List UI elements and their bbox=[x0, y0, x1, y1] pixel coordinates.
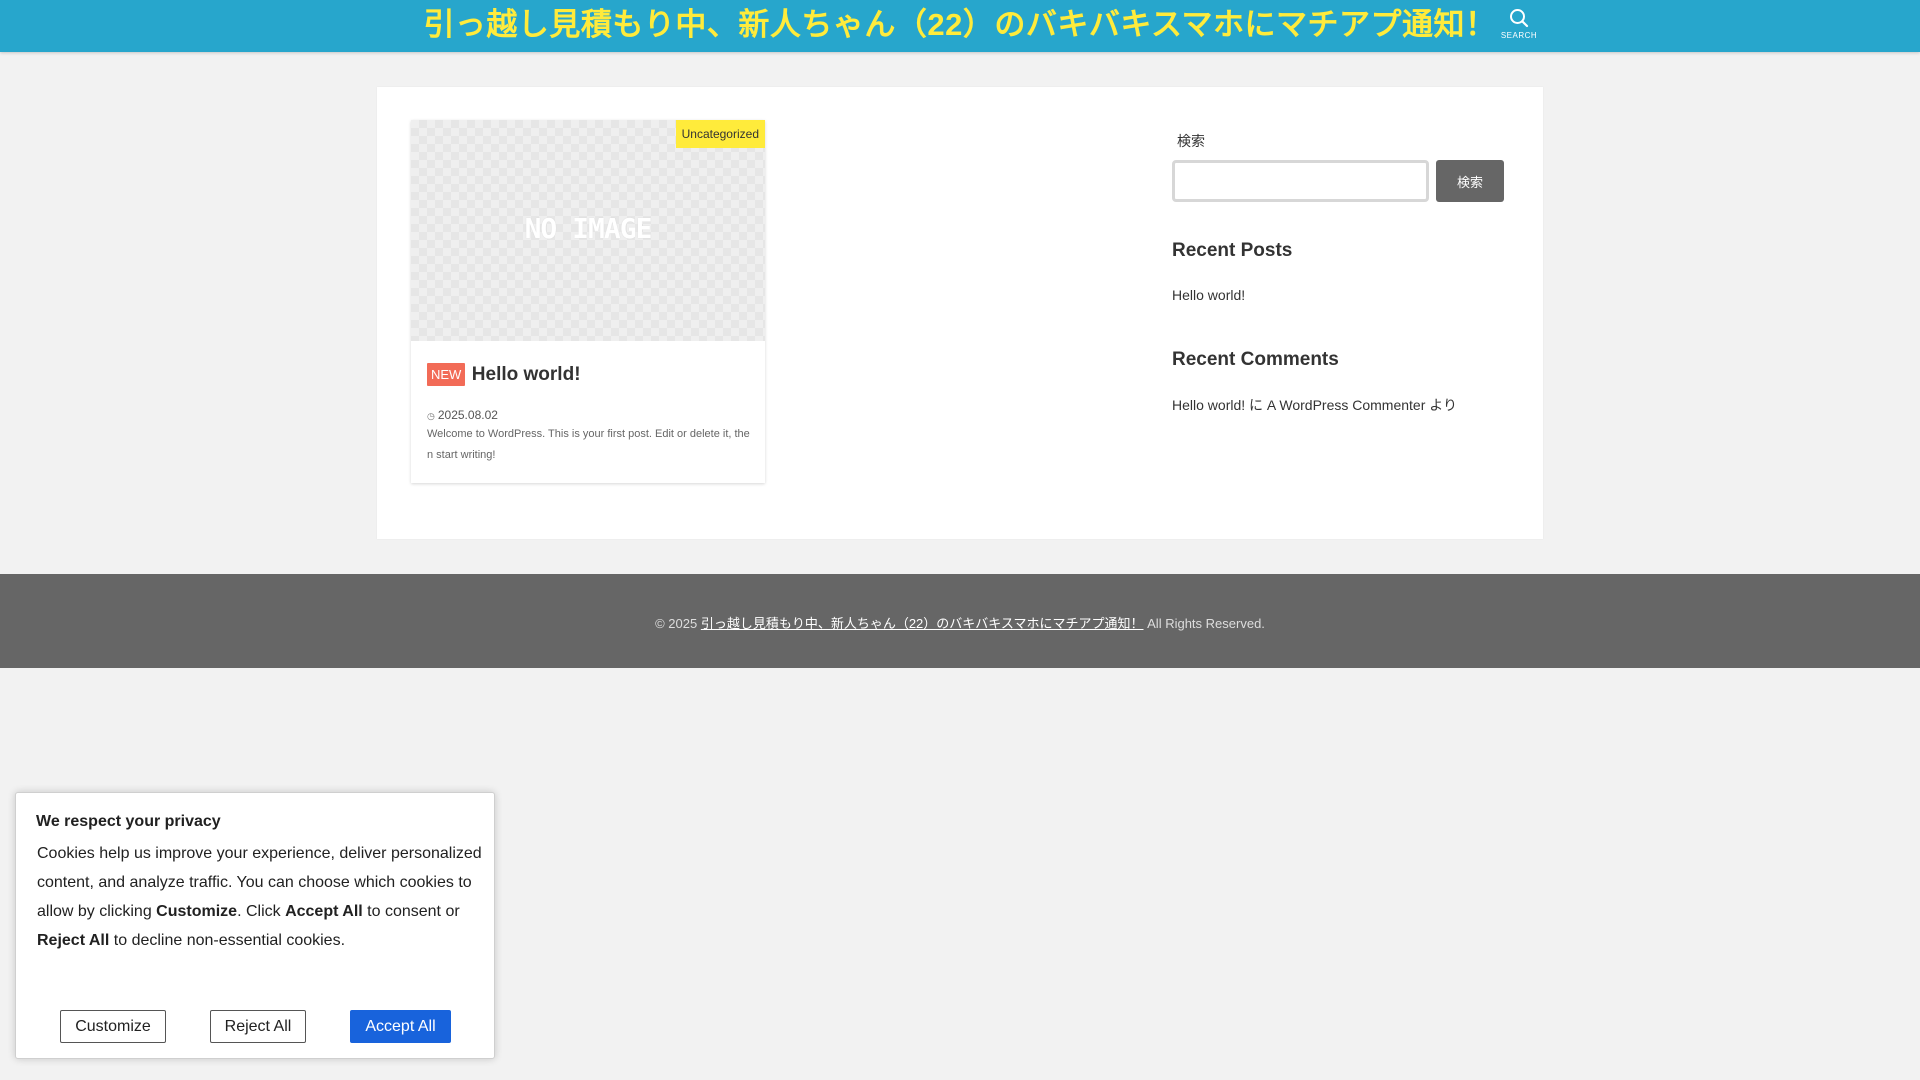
cookie-text-accept: Accept All bbox=[285, 903, 363, 920]
footer-site-link[interactable]: 引っ越し見積もり中、新人ちゃん（22）のバキバキスマホにマチアプ通知！ bbox=[701, 616, 1144, 631]
copyright-year: © 2025 bbox=[655, 616, 698, 631]
cookie-description: Cookies help us improve your experience,… bbox=[37, 839, 487, 955]
site-footer: © 2025 引っ越し見積もり中、新人ちゃん（22）のバキバキスマホにマチアプ通… bbox=[0, 574, 1920, 668]
sidebar-search-input[interactable] bbox=[1172, 160, 1429, 202]
post-card[interactable]: NO IMAGE Uncategorized NEW Hello world! … bbox=[411, 120, 765, 483]
cookie-text-customize: Customize bbox=[156, 903, 238, 920]
main-container: NO IMAGE Uncategorized NEW Hello world! … bbox=[377, 87, 1543, 539]
reject-all-button[interactable]: Reject All bbox=[210, 1010, 306, 1043]
recent-comment-item[interactable]: Hello world! に A WordPress Commenter より bbox=[1172, 395, 1457, 415]
header-search-button[interactable]: SEARCH bbox=[1494, 4, 1544, 48]
search-icon bbox=[1510, 9, 1529, 28]
post-title-row: NEW Hello world! bbox=[427, 363, 757, 391]
customize-button[interactable]: Customize bbox=[60, 1010, 166, 1043]
site-title[interactable]: 引っ越し見積もり中、新人ちゃん（22）のバキバキスマホにマチアプ通知！ bbox=[0, 0, 1920, 52]
post-excerpt: Welcome to WordPress. This is your first… bbox=[427, 428, 750, 461]
cookie-consent-banner: We respect your privacy Cookies help us … bbox=[15, 792, 495, 1059]
post-date: ◷ 2025.08.02 bbox=[427, 408, 498, 422]
clock-icon: ◷ bbox=[427, 411, 435, 421]
sidebar: 検索 検索 Recent Posts Hello world! Recent C… bbox=[1172, 87, 1517, 539]
sidebar-search-label: 検索 bbox=[1177, 133, 1205, 149]
cookie-text-4: to decline non-essential cookies. bbox=[109, 932, 346, 949]
sidebar-search-button[interactable]: 検索 bbox=[1436, 160, 1504, 202]
new-badge: NEW bbox=[427, 363, 466, 386]
cookie-text-3: to consent or bbox=[362, 903, 460, 920]
recent-post-item[interactable]: Hello world! bbox=[1172, 287, 1245, 303]
no-image-placeholder: NO IMAGE bbox=[524, 212, 653, 245]
accept-all-button[interactable]: Accept All bbox=[350, 1010, 451, 1043]
search-label: SEARCH bbox=[1500, 31, 1538, 40]
post-thumbnail[interactable]: NO IMAGE Uncategorized bbox=[411, 120, 765, 341]
category-badge: Uncategorized bbox=[675, 120, 765, 148]
footer-copyright: © 2025 引っ越し見積もり中、新人ちゃん（22）のバキバキスマホにマチアプ通… bbox=[0, 613, 1920, 632]
recent-comments-title: Recent Comments bbox=[1172, 349, 1339, 370]
site-header: 引っ越し見積もり中、新人ちゃん（22）のバキバキスマホにマチアプ通知！ SEAR… bbox=[0, 0, 1920, 52]
post-date-text: 2025.08.02 bbox=[437, 408, 498, 422]
footer-rights: All Rights Reserved. bbox=[1147, 616, 1265, 631]
cookie-title: We respect your privacy bbox=[36, 813, 221, 830]
cookie-text-2: . Click bbox=[237, 903, 286, 920]
post-title[interactable]: Hello world! bbox=[472, 364, 581, 386]
cookie-text-reject: Reject All bbox=[37, 932, 110, 949]
recent-posts-title: Recent Posts bbox=[1172, 240, 1293, 261]
